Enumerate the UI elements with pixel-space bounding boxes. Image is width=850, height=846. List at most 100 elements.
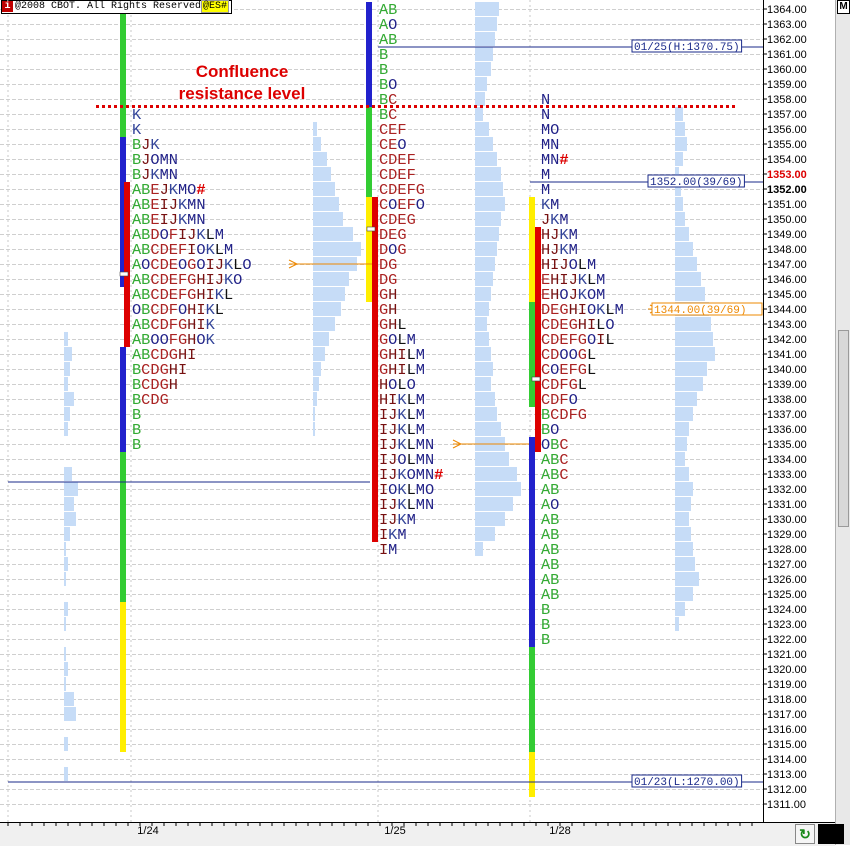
poc-marker: [366, 226, 376, 232]
price-tick-label: 1318.00: [767, 694, 807, 706]
price-tick-label: 1333.00: [767, 469, 807, 481]
tpo-row: IM: [379, 542, 397, 559]
period-bar: [372, 197, 378, 542]
symbol-badge: @ES#: [201, 0, 230, 13]
price-tick-label: 1355.00: [767, 139, 807, 151]
period-bar: [366, 197, 372, 302]
volume-bar: [475, 272, 493, 286]
volume-bar: [675, 587, 693, 601]
volume-bar: [475, 257, 495, 271]
volume-bar: [675, 602, 685, 616]
price-tick-label: 1351.00: [767, 199, 807, 211]
copyright-text: @2008 CBOT. All Rights Reserved: [15, 1, 202, 12]
volume-bar: [475, 32, 495, 46]
date-label: 1/24: [137, 825, 158, 837]
price-tick-label: 1327.00: [767, 559, 807, 571]
price-tick-label: 1334.00: [767, 454, 807, 466]
info-icon[interactable]: i: [2, 1, 13, 12]
volume-bar: [313, 422, 315, 436]
volume-bar: [475, 47, 493, 61]
volume-bar: [475, 137, 493, 151]
volume-bar: [675, 452, 685, 466]
price-tick-label: 1328.00: [767, 544, 807, 556]
tpo-row: B: [541, 632, 550, 649]
refresh-icon[interactable]: ↻: [795, 824, 815, 844]
volume-bar: [313, 362, 321, 376]
price-tick-label: 1356.00: [767, 124, 807, 136]
volume-bar: [64, 347, 72, 361]
volume-bar: [675, 152, 683, 166]
reference-label: 01/23(L:1270.00): [634, 777, 740, 789]
price-tick-label: 1348.00: [767, 244, 807, 256]
price-tick-label: 1347.00: [767, 259, 807, 271]
volume-bar: [675, 107, 683, 121]
volume-bar: [64, 392, 74, 406]
volume-bar: [475, 167, 501, 181]
volume-bar: [64, 617, 66, 631]
volume-bar: [675, 242, 693, 256]
volume-bar: [675, 137, 687, 151]
volume-bar: [475, 182, 503, 196]
price-tick-label: 1319.00: [767, 679, 807, 691]
poc-label: 1344.00(39/69): [654, 305, 746, 317]
price-tick-label: 1345.00: [767, 289, 807, 301]
volume-bar: [475, 302, 489, 316]
volume-bar: [475, 2, 499, 16]
volume-bar: [313, 137, 321, 151]
color-swatch[interactable]: [818, 824, 844, 844]
vertical-scrollbar[interactable]: M: [835, 0, 850, 845]
volume-bar: [675, 437, 687, 451]
volume-bar: [475, 527, 495, 541]
volume-bar: [475, 197, 505, 211]
volume-bar: [675, 617, 679, 631]
volume-bar: [475, 17, 497, 31]
price-tick-label: 1353.00: [767, 169, 807, 181]
volume-bar: [313, 122, 317, 136]
volume-bar: [475, 512, 505, 526]
period-bar: [529, 437, 535, 647]
volume-bar: [675, 497, 691, 511]
price-tick-label: 1350.00: [767, 214, 807, 226]
volume-bar: [64, 692, 74, 706]
market-profile-chart: 01/25(H:1370.75) 1352.00(39/69) 01/23(L:12…: [0, 0, 763, 822]
date-label: 1/25: [384, 825, 405, 837]
volume-bar: [64, 662, 68, 676]
volume-bar: [64, 647, 66, 661]
volume-bar: [64, 542, 66, 556]
volume-bar: [475, 452, 509, 466]
volume-bar: [64, 497, 74, 511]
volume-bar: [475, 227, 499, 241]
volume-bar: [475, 107, 483, 121]
volume-bar: [64, 332, 68, 346]
price-tick-label: 1349.00: [767, 229, 807, 241]
volume-bar: [64, 362, 70, 376]
volume-bar: [475, 332, 489, 346]
menu-button[interactable]: M: [837, 0, 850, 14]
price-tick-label: 1346.00: [767, 274, 807, 286]
volume-bar: [475, 377, 491, 391]
period-bar: [529, 752, 535, 797]
price-tick-label: 1364.00: [767, 4, 807, 16]
price-tick-label: 1362.00: [767, 34, 807, 46]
volume-bar: [313, 332, 329, 346]
volume-bar: [475, 422, 501, 436]
volume-bar: [475, 242, 497, 256]
volume-bar: [475, 347, 491, 361]
price-tick-label: 1359.00: [767, 79, 807, 91]
volume-bar: [675, 542, 693, 556]
scrollbar-thumb[interactable]: [838, 330, 849, 527]
volume-bar: [64, 602, 68, 616]
price-tick-label: 1312.00: [767, 784, 807, 796]
date-label: 1/28: [549, 825, 570, 837]
volume-bar: [64, 512, 76, 526]
volume-bar: [675, 362, 707, 376]
price-tick-label: 1324.00: [767, 604, 807, 616]
period-bar: [124, 182, 130, 347]
volume-bar: [475, 287, 491, 301]
period-bar: [120, 452, 126, 602]
volume-bar: [313, 227, 353, 241]
volume-bar: [313, 302, 341, 316]
price-tick-label: 1314.00: [767, 754, 807, 766]
volume-bar: [675, 197, 683, 211]
volume-bar: [64, 572, 66, 586]
